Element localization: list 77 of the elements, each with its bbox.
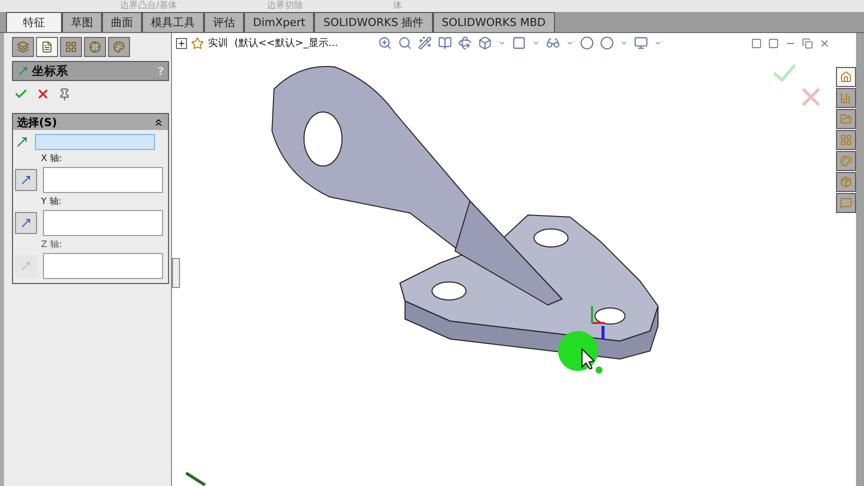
- pin-icon[interactable]: [58, 88, 71, 100]
- caret-icon[interactable]: [532, 39, 540, 47]
- ribbon-tab[interactable]: SOLIDWORKS MBD: [432, 12, 555, 32]
- ok-button[interactable]: [14, 87, 28, 101]
- task-pane-tab[interactable]: [836, 109, 856, 129]
- ribbon-tab[interactable]: 曲面: [102, 12, 142, 32]
- axis-label: X 轴:: [41, 152, 64, 165]
- panel-tab[interactable]: [84, 37, 106, 57]
- task-pane-tab[interactable]: [836, 67, 856, 87]
- arrow-select-button[interactable]: [15, 169, 37, 191]
- panel-tab[interactable]: [60, 37, 82, 57]
- task-pane-tab[interactable]: [836, 88, 856, 108]
- zoom-in-icon[interactable]: [378, 36, 392, 50]
- palette-icon: [113, 41, 125, 53]
- task-pane-tab[interactable]: [836, 193, 856, 213]
- glasses-icon[interactable]: [546, 36, 560, 50]
- folder-icon: [840, 113, 852, 125]
- close-icon: [802, 88, 820, 106]
- layers-icon: [17, 41, 29, 53]
- caret-icon[interactable]: [654, 39, 662, 47]
- collapse-icon[interactable]: [153, 116, 164, 128]
- panel-tab[interactable]: [12, 37, 34, 57]
- axis-icon: [17, 65, 29, 77]
- section-title: 选择(S): [17, 114, 57, 130]
- panel-title: 坐标系: [32, 62, 68, 80]
- expand-icon[interactable]: [176, 38, 187, 48]
- monitor-icon[interactable]: [634, 36, 648, 50]
- origin-field[interactable]: [35, 134, 155, 150]
- arrow-icon: [20, 174, 32, 186]
- cursor-icon: [582, 348, 596, 370]
- box-icon[interactable]: [478, 36, 492, 50]
- cancel-button[interactable]: [36, 87, 50, 101]
- chart-icon: [840, 92, 852, 104]
- part-icon: [191, 36, 204, 50]
- search-icon[interactable]: [398, 36, 412, 50]
- palette-icon: [840, 155, 852, 167]
- crosshair-icon: [89, 41, 101, 53]
- check-icon: [773, 64, 796, 82]
- ribbon-tab[interactable]: SOLIDWORKS 插件: [314, 12, 433, 32]
- caret-icon[interactable]: [566, 39, 574, 47]
- coordinate-triad-icon: [591, 306, 605, 339]
- axis-label: Y 轴:: [41, 196, 62, 208]
- home-icon: [840, 71, 852, 83]
- tree-item[interactable]: 实训 (默认<<默认>_显示...: [208, 36, 338, 50]
- arrow-icon: [20, 260, 32, 272]
- grid-icon: [65, 41, 77, 53]
- restore-button[interactable]: [802, 38, 813, 48]
- document-icon: [41, 41, 53, 53]
- close-button[interactable]: [819, 38, 830, 48]
- arrow-icon: [20, 217, 32, 229]
- ribbon-tab[interactable]: DimXpert: [244, 12, 314, 32]
- panel-collapse-handle[interactable]: [172, 258, 180, 288]
- book-icon[interactable]: [438, 36, 452, 50]
- task-pane-tab[interactable]: [836, 151, 856, 171]
- task-pane-tab[interactable]: [836, 130, 856, 150]
- ribbon-tab[interactable]: 评估: [204, 12, 244, 32]
- axis-label: Z 轴:: [41, 238, 64, 251]
- ribbon-tab[interactable]: 草图: [62, 12, 102, 32]
- grid-icon: [840, 134, 852, 146]
- panel-tab[interactable]: [36, 37, 58, 57]
- rotate-icon[interactable]: [458, 36, 472, 50]
- tile-icon[interactable]: [768, 38, 779, 48]
- caret-icon[interactable]: [620, 39, 628, 47]
- panel-tab[interactable]: [108, 37, 130, 57]
- ribbon-tab[interactable]: 特征: [6, 12, 62, 32]
- point-marker: [596, 366, 602, 374]
- arrow-select-button[interactable]: [15, 212, 37, 234]
- caret-icon[interactable]: [498, 39, 506, 47]
- wand-icon[interactable]: [418, 36, 432, 50]
- box-icon: [840, 176, 852, 188]
- axis-field[interactable]: [43, 210, 163, 236]
- task-pane-tab[interactable]: [836, 172, 856, 192]
- chat-icon: [840, 197, 852, 209]
- axis-field[interactable]: [43, 167, 163, 193]
- ribbon-tab[interactable]: 模具工具: [142, 12, 204, 32]
- tile-icon[interactable]: [751, 38, 762, 48]
- section-header[interactable]: 选择(S): [13, 114, 168, 130]
